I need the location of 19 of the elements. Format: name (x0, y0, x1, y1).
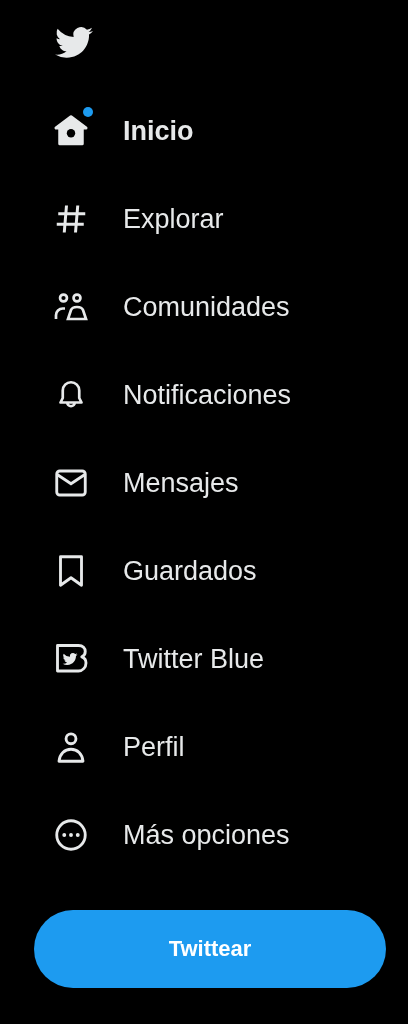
nav-label: Guardados (123, 555, 257, 587)
nav-item[interactable]: Twitter Blue (0, 615, 408, 703)
nav-item[interactable]: Perfil (0, 703, 408, 791)
more-icon (53, 817, 89, 853)
nav-item[interactable]: Mensajes (0, 439, 408, 527)
nav-label: Twitter Blue (123, 643, 265, 675)
nav-label: Perfil (123, 731, 185, 763)
nav-label: Mensajes (123, 467, 239, 499)
nav-item[interactable]: Guardados (0, 527, 408, 615)
nav-label: Inicio (123, 115, 194, 147)
nav-item[interactable]: Comunidades (0, 263, 408, 351)
nav-label: Notificaciones (123, 379, 292, 411)
nav-item[interactable]: Notificaciones (0, 351, 408, 439)
nav-item[interactable]: Explorar (0, 175, 408, 263)
nav-label: Comunidades (123, 291, 290, 323)
nav-item[interactable]: Inicio (0, 87, 408, 175)
nav-label: Más opciones (123, 819, 290, 851)
nav-label: Explorar (123, 203, 224, 235)
nav-item[interactable]: Más opciones (0, 791, 408, 879)
